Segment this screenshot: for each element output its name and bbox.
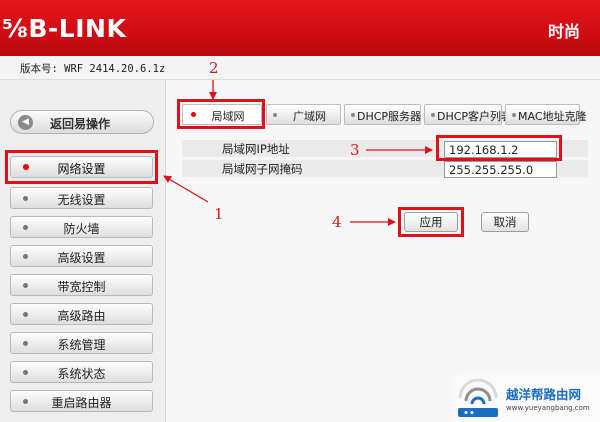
back-button-label: 返回易操作 <box>50 117 111 131</box>
back-to-easy-setup-button[interactable]: ◀ 返回易操作 <box>10 110 154 134</box>
sidebar-item-label: 系统管理 <box>57 338 106 352</box>
watermark-url: www.yueyangbang.com <box>506 404 590 412</box>
annotation-number-4: 4 <box>332 213 342 231</box>
watermark-title: 越洋帮路由网 <box>506 387 582 402</box>
highlight-box-apply <box>398 207 464 237</box>
cancel-button[interactable]: 取消 <box>481 212 529 232</box>
sidebar-item-label: 系统状态 <box>57 367 106 381</box>
sidebar-item-reboot-router[interactable]: 重启路由器 <box>10 390 153 412</box>
highlight-box-ip-input <box>436 135 562 161</box>
sidebar-item-system-status[interactable]: 系统状态 <box>10 361 153 383</box>
sidebar-item-label: 带宽控制 <box>57 280 106 294</box>
bullet-icon <box>273 113 277 117</box>
tab-dhcp-server[interactable]: DHCP服务器 <box>344 104 421 125</box>
lan-mask-input[interactable] <box>444 161 557 178</box>
firmware-version: 版本号: WRF 2414.20.6.1z <box>20 63 166 75</box>
bullet-icon <box>431 113 435 117</box>
highlight-box-lan-tab <box>177 99 265 129</box>
tab-label: DHCP客户列表 <box>437 110 513 123</box>
wifi-router-icon <box>458 378 498 417</box>
lan-ip-label: 局域网IP地址 <box>222 142 290 156</box>
sidebar-item-advanced-settings[interactable]: 高级设置 <box>10 245 153 267</box>
brand-logo: ⅝B-LINK <box>2 14 127 43</box>
sidebar-item-system-management[interactable]: 系统管理 <box>10 332 153 354</box>
back-arrow-icon: ◀ <box>18 115 33 130</box>
sidebar-item-advanced-routing[interactable]: 高级路由 <box>10 303 153 325</box>
watermark: 越洋帮路由网 www.yueyangbang.com <box>452 374 600 422</box>
sidebar-item-firewall[interactable]: 防火墙 <box>10 216 153 238</box>
header-banner: ⅝B-LINK 时尚 <box>0 0 600 56</box>
bullet-icon <box>512 113 516 117</box>
sidebar-item-label: 无线设置 <box>57 193 106 207</box>
header-slogan: 时尚 <box>548 22 581 41</box>
tab-label: 广域网 <box>293 110 326 123</box>
annotation-number-3: 3 <box>350 141 360 159</box>
sidebar-item-label: 高级路由 <box>57 309 106 323</box>
tab-dhcp-client-list[interactable]: DHCP客户列表 <box>424 104 513 125</box>
annotation-number-1: 1 <box>214 205 224 223</box>
sidebar-item-label: 高级设置 <box>57 251 106 265</box>
tab-label: MAC地址克隆 <box>518 110 587 123</box>
tab-label: DHCP服务器 <box>357 110 422 123</box>
tab-wan[interactable]: 广域网 <box>266 104 341 125</box>
sidebar-item-label: 重启路由器 <box>51 396 112 410</box>
annotation-number-2: 2 <box>209 59 219 77</box>
tab-mac-clone[interactable]: MAC地址克隆 <box>505 104 587 125</box>
sidebar-item-label: 防火墙 <box>63 222 100 236</box>
highlight-box-network-settings <box>5 150 158 184</box>
sidebar-item-bandwidth-control[interactable]: 带宽控制 <box>10 274 153 296</box>
lan-mask-label: 局域网子网掩码 <box>222 162 303 176</box>
version-bar: 版本号: WRF 2414.20.6.1z <box>0 56 600 80</box>
sidebar-item-wireless-settings[interactable]: 无线设置 <box>10 187 153 209</box>
bullet-icon <box>351 113 355 117</box>
